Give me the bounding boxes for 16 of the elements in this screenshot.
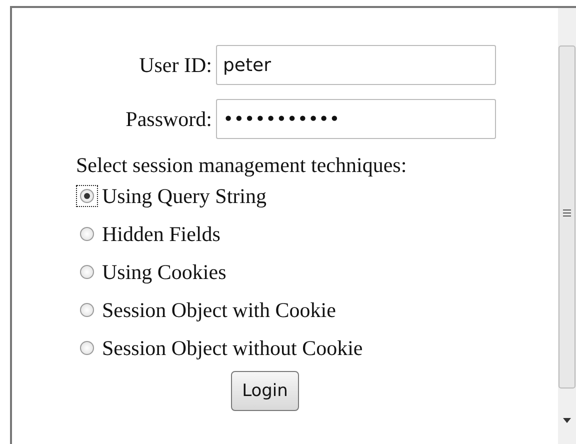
- login-button[interactable]: Login: [231, 371, 299, 411]
- input-field[interactable]: peter: [216, 45, 496, 85]
- field-label: Password:: [124, 106, 213, 132]
- radio-button[interactable]: [80, 227, 94, 241]
- option-label: Using Cookies: [102, 260, 226, 284]
- option-label: Hidden Fields: [102, 222, 220, 246]
- option-label: Using Query String: [102, 184, 266, 208]
- prompt-text: Select session management techniques:: [76, 153, 408, 177]
- radio-button[interactable]: [80, 189, 94, 203]
- field-label: User ID:: [138, 52, 213, 78]
- radio-button[interactable]: [80, 265, 94, 279]
- option-label: Session Object without Cookie: [102, 336, 363, 360]
- radio-button[interactable]: [80, 303, 94, 317]
- radio-button[interactable]: [80, 341, 94, 355]
- option-label: Session Object with Cookie: [102, 298, 336, 322]
- input-field[interactable]: •••••••••••: [216, 99, 496, 139]
